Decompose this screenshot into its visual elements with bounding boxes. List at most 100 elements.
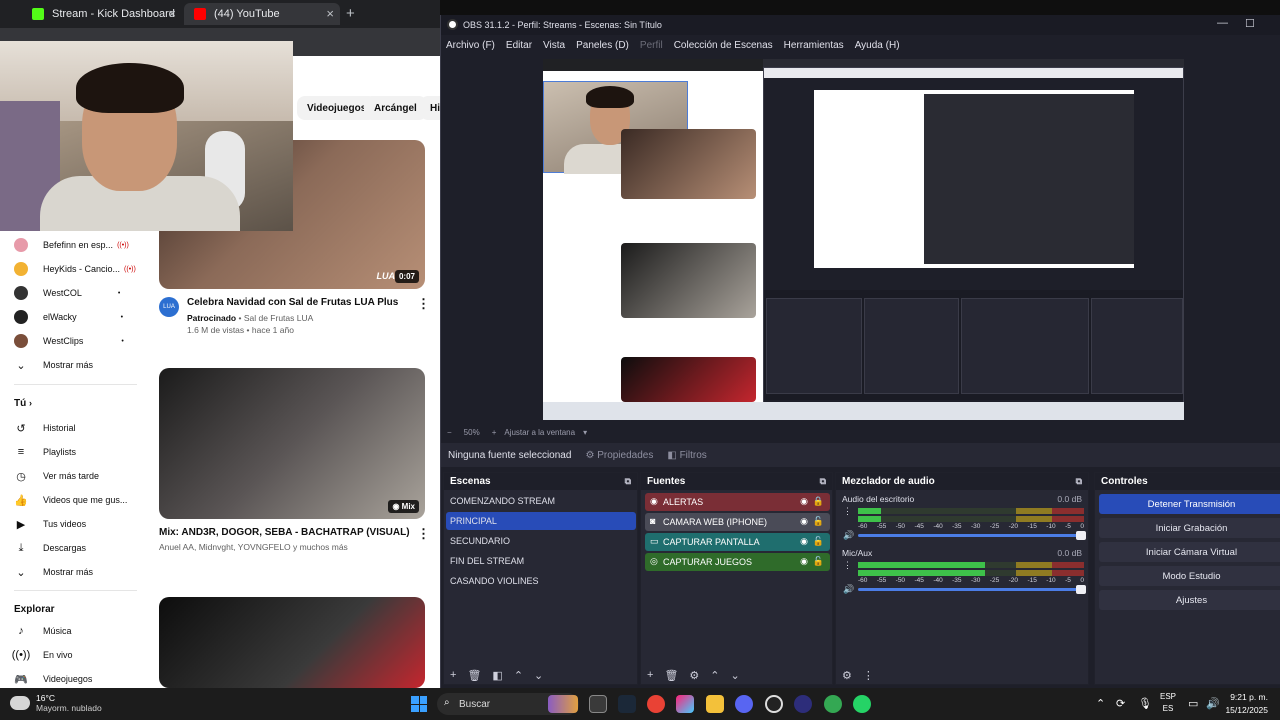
video-channel[interactable]: Patrocinado • Sal de Frutas LUA (187, 313, 313, 323)
eye-icon[interactable]: ◉ (800, 536, 808, 547)
settings-button[interactable]: Ajustes (1099, 590, 1280, 610)
video-title[interactable]: Celebra Navidad con Sal de Frutas LUA Pl… (187, 297, 398, 308)
clock[interactable]: 9:21 p. m. 15/12/2025 (1225, 691, 1268, 717)
scene-principal[interactable]: PRINCIPAL (446, 512, 636, 530)
speaker-icon[interactable]: 🔊 (843, 530, 854, 541)
sidebar-show-more[interactable]: ⌄ Mostrar más (14, 355, 93, 375)
sync-icon[interactable]: ⟳ (1116, 697, 1125, 710)
video-title[interactable]: Mix: AND3R, DOGOR, SEBA - BACHATRAP (VIS… (159, 527, 410, 538)
move-up-icon[interactable]: ⌃ (710, 669, 719, 682)
menu-ayuda[interactable]: Ayuda (H) (855, 40, 900, 51)
slider-handle[interactable] (1076, 531, 1086, 540)
sidebar-item-westclips[interactable]: WestClips • (14, 331, 124, 351)
sidebar-item-downloads[interactable]: ⤓ Descargas (14, 538, 86, 558)
unlock-icon[interactable]: 🔓 (813, 556, 824, 567)
eye-icon[interactable]: ◉ (800, 496, 808, 507)
eye-icon[interactable]: ◉ (800, 516, 808, 527)
move-up-icon[interactable]: ⌃ (514, 669, 523, 682)
close-tab-icon[interactable]: × (168, 6, 176, 21)
language-indicator[interactable]: ESP ES (1160, 691, 1176, 715)
more-options-icon[interactable]: ⋮ (417, 296, 430, 312)
lock-icon[interactable]: 🔒 (813, 496, 824, 507)
sidebar-item-elwacky[interactable]: elWacky • (14, 307, 123, 327)
whatsapp-icon[interactable] (853, 695, 871, 713)
sidebar-item-gaming[interactable]: 🎮 Videojuegos (14, 669, 92, 688)
obs-preview[interactable] (543, 59, 1184, 420)
new-tab-icon[interactable]: + (346, 5, 355, 22)
fit-to-window[interactable]: Ajustar a la ventana (504, 428, 575, 437)
zoom-in-icon[interactable]: + (492, 428, 497, 437)
menu-herramientas[interactable]: Herramientas (784, 40, 844, 51)
source-alertas[interactable]: ◉ ALERTAS ◉ 🔒 (645, 493, 830, 511)
menu-coleccion-escenas[interactable]: Colección de Escenas (674, 40, 773, 51)
weather-widget[interactable]: 16°C Mayorm. nublado (10, 693, 102, 713)
video-thumbnail[interactable]: ◉ Mix (159, 368, 425, 519)
volume-icon[interactable]: 🔊 (1206, 697, 1220, 710)
source-camara-web[interactable]: ◙ CAMARA WEB (IPHONE) ◉ 🔓 (645, 513, 830, 531)
file-explorer-icon[interactable] (706, 695, 724, 713)
eye-icon[interactable]: ◉ (800, 556, 808, 567)
chip-hip[interactable]: Hip (420, 96, 440, 120)
popout-icon[interactable]: ⧉ (1076, 476, 1082, 487)
trash-icon[interactable]: 🗑 (467, 669, 481, 682)
sidebar-you-header[interactable]: Tú › (14, 398, 32, 409)
chrome-profile-icon[interactable] (824, 695, 842, 713)
gear-icon[interactable]: ⚙ (689, 669, 699, 682)
speaker-icon[interactable]: 🔊 (843, 584, 854, 595)
volume-slider[interactable] (858, 585, 1086, 594)
zoom-out-icon[interactable]: − (447, 428, 452, 437)
channel-avatar[interactable]: LUA (159, 297, 179, 317)
menu-paneles[interactable]: Paneles (D) (576, 40, 629, 51)
popout-icon[interactable]: ⧉ (625, 476, 631, 487)
move-down-icon[interactable]: ⌄ (534, 669, 543, 682)
volume-slider[interactable] (858, 531, 1086, 540)
sidebar-item-your-videos[interactable]: ▶ Tus videos (14, 514, 86, 534)
channel-menu-icon[interactable]: ⋮ (843, 506, 852, 517)
sidebar-item-watch-later[interactable]: ◷ Ver más tarde (14, 466, 99, 486)
scene-casando-violines[interactable]: CASANDO VIOLINES (446, 572, 636, 590)
menu-vista[interactable]: Vista (543, 40, 565, 51)
maximize-icon[interactable]: ☐ (1245, 17, 1255, 30)
sidebar-item-befefinn[interactable]: Befefinn en esp... ((•)) (14, 235, 129, 255)
menu-perfil[interactable]: Perfil (640, 40, 663, 51)
close-tab-icon[interactable]: × (326, 6, 334, 21)
menu-editar[interactable]: Editar (506, 40, 532, 51)
tab-kick-dashboard[interactable]: Stream - Kick Dashboard × (22, 3, 182, 25)
sidebar-item-music[interactable]: ♪ Música (14, 621, 71, 641)
add-icon[interactable]: + (647, 669, 653, 682)
task-view-icon[interactable] (589, 695, 607, 713)
menu-archivo[interactable]: Archivo (F) (446, 40, 495, 51)
sidebar-item-playlists[interactable]: ≡ Playlists (14, 442, 76, 462)
trash-icon[interactable]: 🗑 (664, 669, 678, 682)
chevron-up-icon[interactable]: ⌃ (1096, 697, 1105, 710)
copilot-icon[interactable] (676, 695, 694, 713)
add-icon[interactable]: + (450, 669, 456, 682)
properties-button[interactable]: ⚙ Propiedades (585, 450, 653, 461)
sidebar-item-liked[interactable]: 👍 Videos que me gus... (14, 490, 127, 510)
channel-menu-icon[interactable]: ⋮ (843, 560, 852, 571)
unlock-icon[interactable]: 🔓 (813, 516, 824, 527)
chevron-down-icon[interactable]: ▾ (583, 428, 587, 437)
filters-button[interactable]: ◧ Filtros (667, 450, 706, 461)
menu-dots-icon[interactable]: ⋮ (863, 669, 874, 682)
steam-icon[interactable] (618, 695, 636, 713)
popout-icon[interactable]: ⧉ (820, 476, 826, 487)
start-button[interactable] (411, 696, 427, 712)
obs-icon[interactable] (765, 695, 783, 713)
video-channel[interactable]: Anuel AA, Midnvght, YOVNGFELO y muchos m… (159, 542, 348, 552)
scene-comenzando-stream[interactable]: COMENZANDO STREAM (446, 492, 636, 510)
chrome-icon[interactable] (647, 695, 665, 713)
scene-secundario[interactable]: SECUNDARIO (446, 532, 636, 550)
filter-icon[interactable]: ◧ (492, 669, 502, 682)
unlock-icon[interactable]: 🔓 (813, 536, 824, 547)
minimize-icon[interactable]: — (1217, 17, 1228, 29)
sidebar-item-westcol[interactable]: WestCOL • (14, 283, 120, 303)
start-recording-button[interactable]: Iniciar Grabación (1099, 518, 1280, 538)
discord-icon[interactable] (735, 695, 753, 713)
more-options-icon[interactable]: ⋮ (417, 526, 430, 542)
network-icon[interactable]: ▭ (1188, 697, 1198, 710)
sidebar-show-more-2[interactable]: ⌄ Mostrar más (14, 562, 93, 582)
source-capturar-pantalla[interactable]: ▭ CAPTURAR PANTALLA ◉ 🔓 (645, 533, 830, 551)
sidebar-item-historial[interactable]: ↺ Historial (14, 418, 75, 438)
slider-handle[interactable] (1076, 585, 1086, 594)
